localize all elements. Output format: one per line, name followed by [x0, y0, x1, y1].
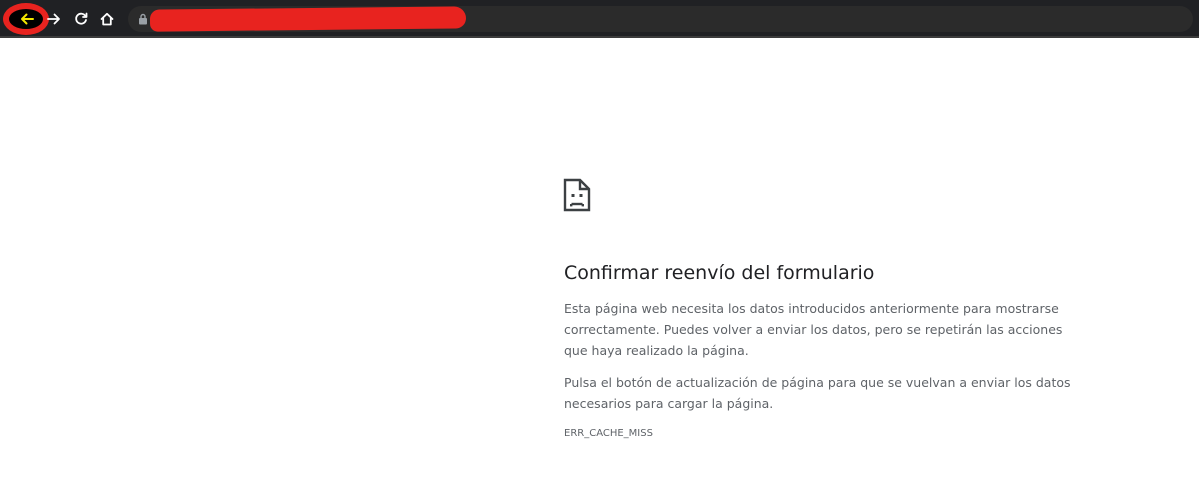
home-icon	[100, 12, 114, 26]
error-description: Esta página web necesita los datos intro…	[564, 301, 1063, 358]
error-code: ERR_CACHE_MISS	[564, 428, 653, 439]
redacted-url	[149, 6, 467, 32]
error-suggestion: Pulsa el botón de actualización de págin…	[564, 375, 1071, 411]
arrow-left-icon	[21, 13, 34, 25]
page-title: Confirmar reenvío del formulario	[564, 262, 875, 284]
reload-icon	[75, 12, 88, 25]
lock-icon	[139, 13, 147, 25]
error-content: Confirmar reenvío del formulario Esta pá…	[563, 178, 1074, 439]
forward-button[interactable]	[42, 7, 66, 31]
back-button[interactable]	[15, 7, 39, 31]
reload-button[interactable]	[69, 7, 93, 31]
address-bar[interactable]	[128, 6, 1193, 32]
arrow-right-icon	[47, 13, 60, 25]
sad-document-icon	[563, 178, 591, 212]
browser-toolbar	[0, 0, 1199, 38]
home-button[interactable]	[95, 7, 119, 31]
